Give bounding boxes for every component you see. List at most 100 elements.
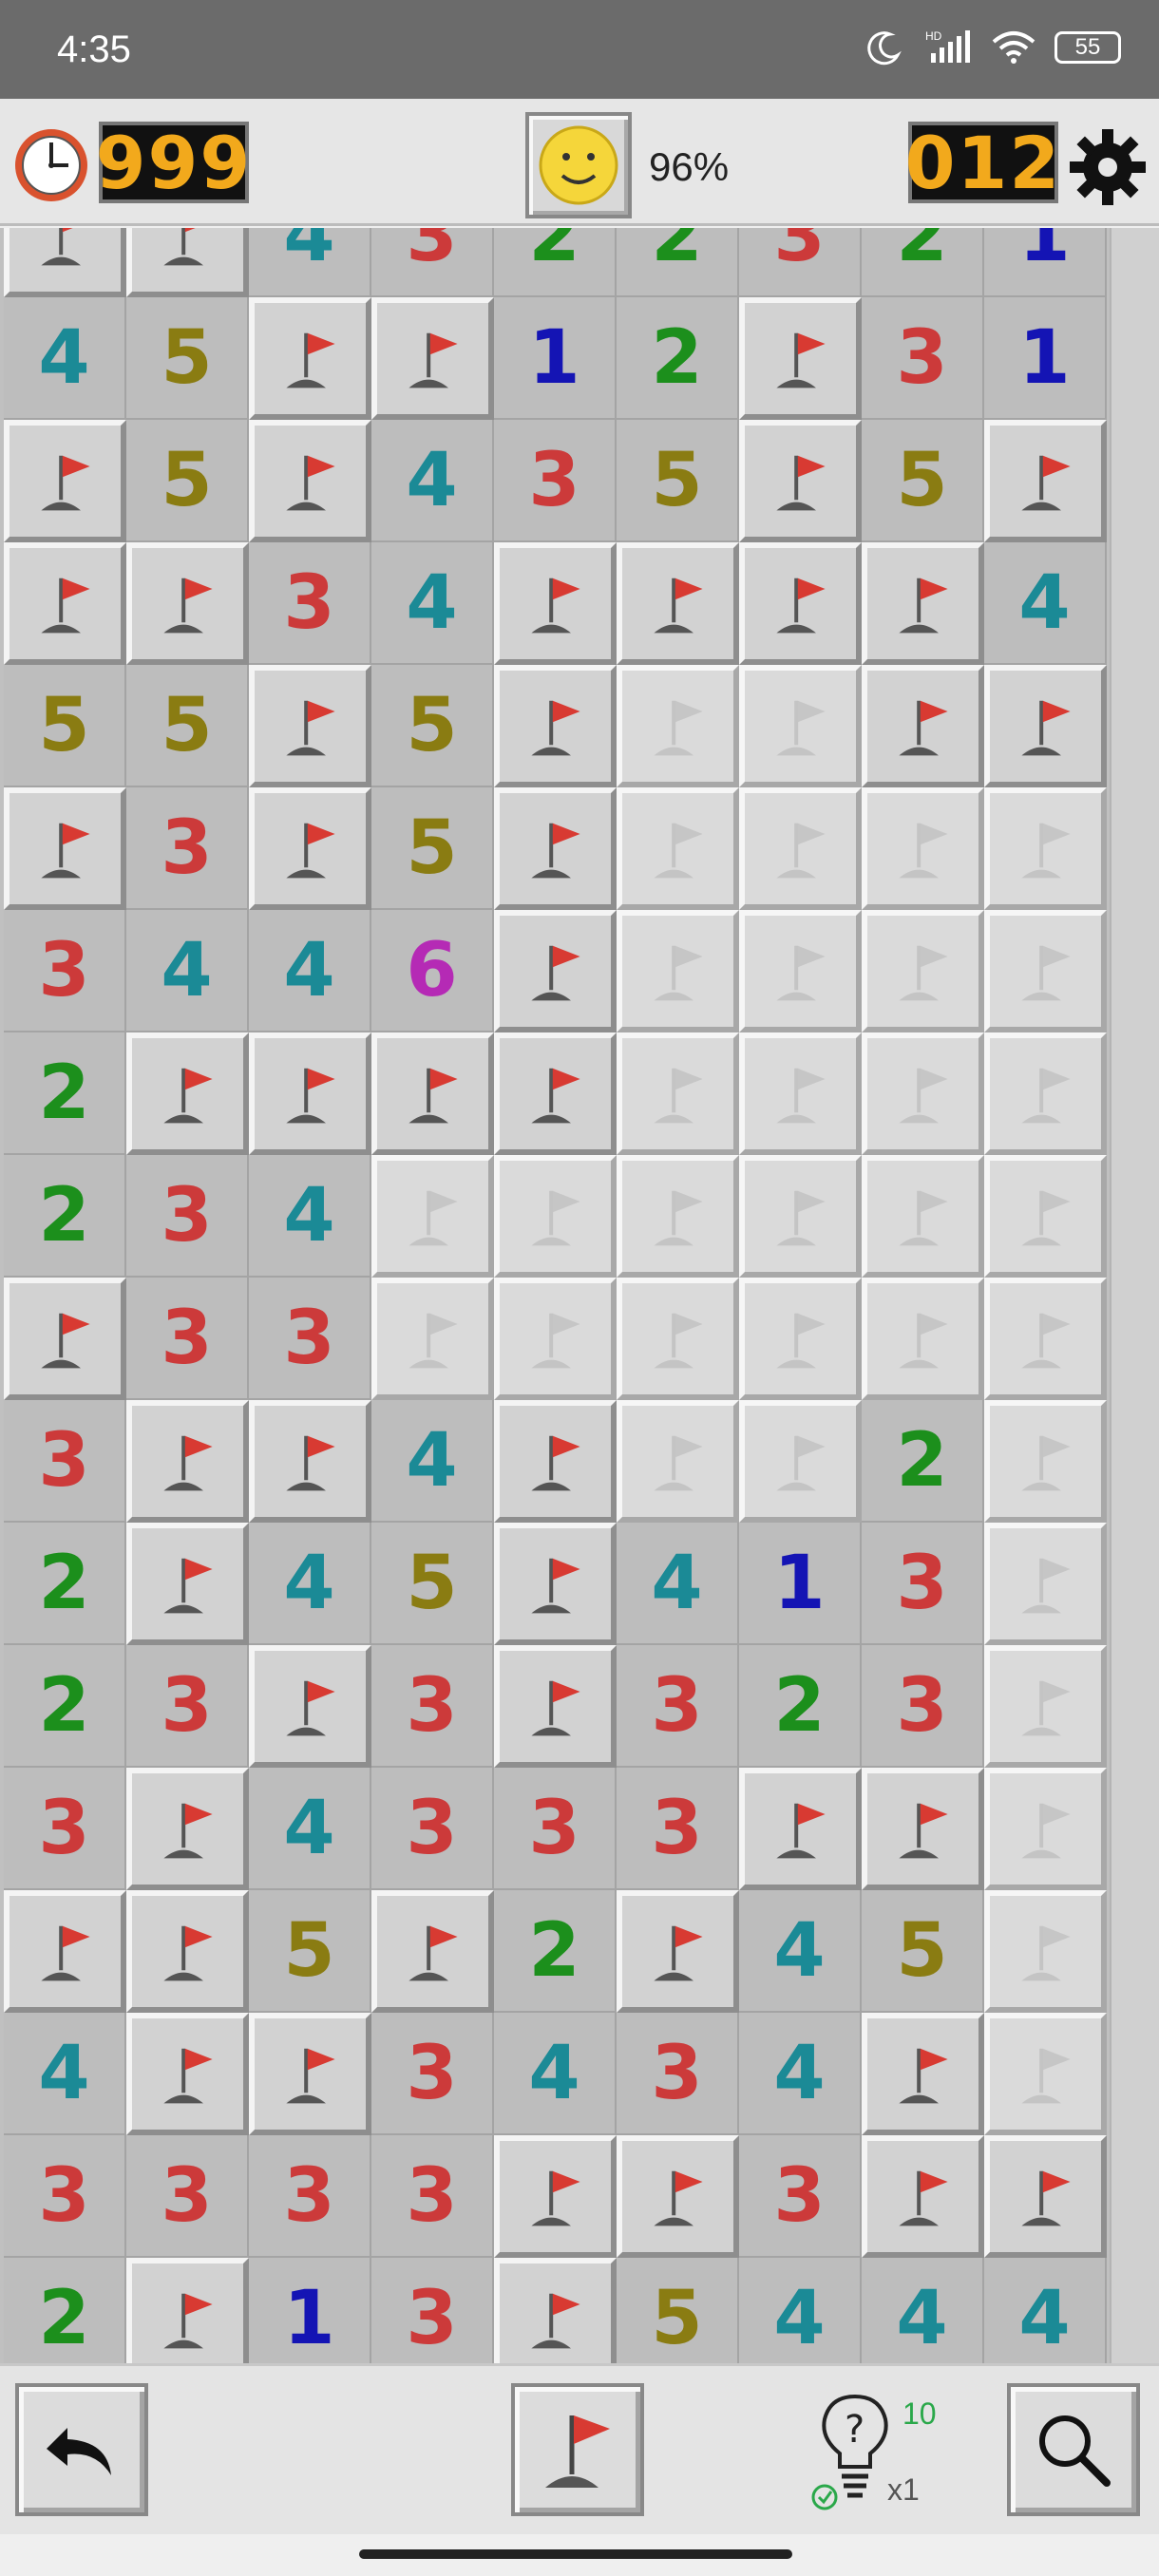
- search-button[interactable]: [1007, 2383, 1140, 2516]
- revealed-number-cell[interactable]: 5: [126, 420, 249, 542]
- unrevealed-cell[interactable]: [862, 1155, 984, 1278]
- revealed-number-cell[interactable]: 2: [4, 1155, 126, 1278]
- unrevealed-cell[interactable]: [984, 1400, 1107, 1523]
- flagged-cell[interactable]: [126, 1032, 249, 1155]
- flagged-cell[interactable]: [126, 228, 249, 297]
- revealed-number-cell[interactable]: 5: [862, 1890, 984, 2013]
- unrevealed-cell[interactable]: [984, 1768, 1107, 1890]
- revealed-number-cell[interactable]: 2: [862, 1400, 984, 1523]
- revealed-number-cell[interactable]: 3: [371, 228, 494, 297]
- revealed-number-cell[interactable]: 3: [494, 420, 617, 542]
- revealed-number-cell[interactable]: 4: [4, 297, 126, 420]
- unrevealed-cell[interactable]: [984, 787, 1107, 910]
- unrevealed-cell[interactable]: [739, 1400, 862, 1523]
- unrevealed-cell[interactable]: [862, 787, 984, 910]
- flagged-cell[interactable]: [126, 1400, 249, 1523]
- flagged-cell[interactable]: [126, 542, 249, 665]
- flagged-cell[interactable]: [126, 1768, 249, 1890]
- flagged-cell[interactable]: [617, 2135, 739, 2258]
- unrevealed-cell[interactable]: [984, 1645, 1107, 1768]
- flagged-cell[interactable]: [249, 1400, 371, 1523]
- flagged-cell[interactable]: [494, 542, 617, 665]
- revealed-number-cell[interactable]: 3: [494, 1768, 617, 1890]
- revealed-number-cell[interactable]: 4: [862, 2258, 984, 2363]
- flagged-cell[interactable]: [249, 665, 371, 787]
- unrevealed-cell[interactable]: [862, 1278, 984, 1400]
- unrevealed-cell[interactable]: [739, 1278, 862, 1400]
- unrevealed-cell[interactable]: [984, 910, 1107, 1032]
- flagged-cell[interactable]: [984, 665, 1107, 787]
- revealed-number-cell[interactable]: 3: [739, 228, 862, 297]
- revealed-number-cell[interactable]: 3: [126, 2135, 249, 2258]
- revealed-number-cell[interactable]: 1: [984, 297, 1107, 420]
- new-game-smiley-button[interactable]: [525, 112, 632, 218]
- revealed-number-cell[interactable]: 2: [4, 1645, 126, 1768]
- unrevealed-cell[interactable]: [617, 665, 739, 787]
- flagged-cell[interactable]: [4, 420, 126, 542]
- flagged-cell[interactable]: [371, 1890, 494, 2013]
- unrevealed-cell[interactable]: [862, 1032, 984, 1155]
- board-scrollbar[interactable]: [1110, 228, 1159, 2363]
- flagged-cell[interactable]: [126, 1523, 249, 1645]
- home-indicator[interactable]: [359, 2549, 792, 2559]
- revealed-number-cell[interactable]: 2: [4, 1523, 126, 1645]
- revealed-number-cell[interactable]: 4: [249, 910, 371, 1032]
- revealed-number-cell[interactable]: 4: [494, 2013, 617, 2135]
- unrevealed-cell[interactable]: [494, 1155, 617, 1278]
- unrevealed-cell[interactable]: [739, 1155, 862, 1278]
- revealed-number-cell[interactable]: 3: [4, 1768, 126, 1890]
- flagged-cell[interactable]: [739, 420, 862, 542]
- revealed-number-cell[interactable]: 3: [249, 542, 371, 665]
- unrevealed-cell[interactable]: [984, 1278, 1107, 1400]
- flagged-cell[interactable]: [494, 665, 617, 787]
- revealed-number-cell[interactable]: 3: [862, 1523, 984, 1645]
- revealed-number-cell[interactable]: 2: [494, 1890, 617, 2013]
- revealed-number-cell[interactable]: 2: [617, 297, 739, 420]
- revealed-number-cell[interactable]: 5: [4, 665, 126, 787]
- unrevealed-cell[interactable]: [984, 1890, 1107, 2013]
- unrevealed-cell[interactable]: [371, 1155, 494, 1278]
- flagged-cell[interactable]: [494, 2258, 617, 2363]
- flagged-cell[interactable]: [862, 542, 984, 665]
- flagged-cell[interactable]: [249, 420, 371, 542]
- revealed-number-cell[interactable]: 3: [862, 1645, 984, 1768]
- revealed-number-cell[interactable]: 3: [249, 1278, 371, 1400]
- unrevealed-cell[interactable]: [739, 787, 862, 910]
- flagged-cell[interactable]: [4, 1890, 126, 2013]
- revealed-number-cell[interactable]: 3: [862, 297, 984, 420]
- revealed-number-cell[interactable]: 3: [4, 910, 126, 1032]
- revealed-number-cell[interactable]: 5: [126, 297, 249, 420]
- flagged-cell[interactable]: [494, 1645, 617, 1768]
- flagged-cell[interactable]: [862, 2135, 984, 2258]
- revealed-number-cell[interactable]: 3: [617, 1645, 739, 1768]
- unrevealed-cell[interactable]: [739, 910, 862, 1032]
- revealed-number-cell[interactable]: 6: [371, 910, 494, 1032]
- revealed-number-cell[interactable]: 5: [371, 665, 494, 787]
- flagged-cell[interactable]: [4, 542, 126, 665]
- revealed-number-cell[interactable]: 2: [4, 2258, 126, 2363]
- revealed-number-cell[interactable]: 3: [249, 2135, 371, 2258]
- flagged-cell[interactable]: [494, 1400, 617, 1523]
- revealed-number-cell[interactable]: 3: [617, 2013, 739, 2135]
- flagged-cell[interactable]: [249, 1645, 371, 1768]
- flagged-cell[interactable]: [862, 2013, 984, 2135]
- undo-button[interactable]: [15, 2383, 148, 2516]
- flagged-cell[interactable]: [249, 1032, 371, 1155]
- revealed-number-cell[interactable]: 1: [984, 228, 1107, 297]
- revealed-number-cell[interactable]: 4: [739, 2013, 862, 2135]
- unrevealed-cell[interactable]: [494, 1278, 617, 1400]
- revealed-number-cell[interactable]: 1: [249, 2258, 371, 2363]
- flagged-cell[interactable]: [984, 2135, 1107, 2258]
- revealed-number-cell[interactable]: 4: [739, 2258, 862, 2363]
- flagged-cell[interactable]: [617, 542, 739, 665]
- revealed-number-cell[interactable]: 5: [371, 1523, 494, 1645]
- revealed-number-cell[interactable]: 3: [4, 2135, 126, 2258]
- revealed-number-cell[interactable]: 5: [126, 665, 249, 787]
- unrevealed-cell[interactable]: [739, 1032, 862, 1155]
- revealed-number-cell[interactable]: 3: [371, 1645, 494, 1768]
- flagged-cell[interactable]: [739, 297, 862, 420]
- flagged-cell[interactable]: [126, 2013, 249, 2135]
- revealed-number-cell[interactable]: 4: [371, 1400, 494, 1523]
- unrevealed-cell[interactable]: [984, 1523, 1107, 1645]
- revealed-number-cell[interactable]: 4: [984, 542, 1107, 665]
